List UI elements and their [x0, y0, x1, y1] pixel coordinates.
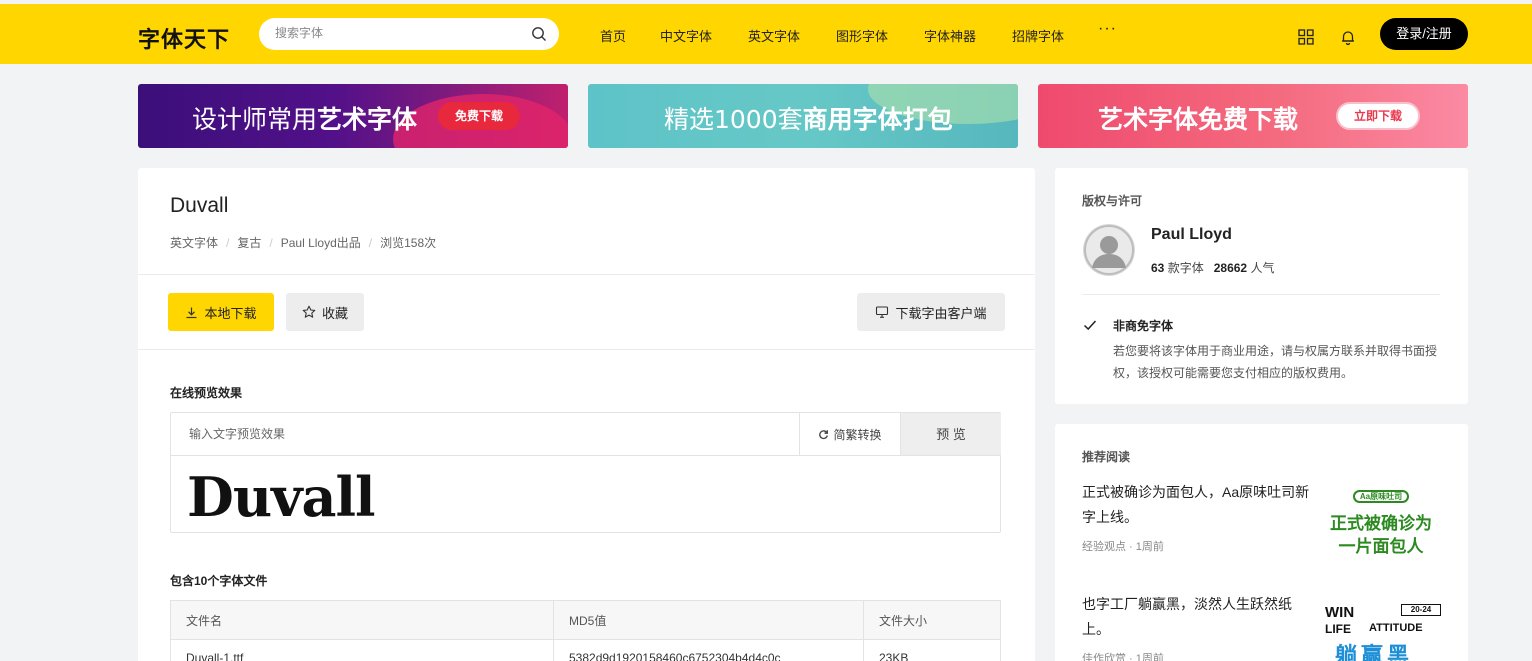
- article-title[interactable]: 也字工厂躺赢黑，淡然人生跃然纸上。: [1082, 592, 1312, 642]
- column-header-filesize: 文件大小: [863, 600, 1001, 640]
- local-download-button[interactable]: 本地下载: [168, 293, 274, 331]
- table-header-row: 文件名 MD5值 文件大小: [170, 600, 1001, 640]
- license-section-title: 版权与许可: [1082, 194, 1143, 208]
- nav-item-graphic-fonts[interactable]: 图形字体: [836, 26, 888, 45]
- breadcrumb-style[interactable]: 复古: [237, 236, 261, 250]
- star-icon: [302, 305, 316, 318]
- thumbnail-tag: 20-24: [1401, 604, 1441, 616]
- banner-text: 精选1000套商用字体打包: [664, 105, 953, 134]
- search-box: [259, 18, 559, 50]
- preview-box: 简繁转换 预 览 Duvall: [170, 412, 1001, 533]
- table-row: Duvall-1.ttf 5382d9d1920158460c6752304b4…: [170, 639, 1001, 661]
- banner-download-now-button[interactable]: 立即下载: [1336, 102, 1420, 130]
- file-size-cell: 23KB: [863, 639, 1001, 661]
- favorite-label: 收藏: [321, 305, 348, 321]
- nav-more-button[interactable]: ···: [1098, 20, 1117, 38]
- bell-icon[interactable]: [1339, 28, 1357, 46]
- thumbnail-line: 躺赢黑: [1335, 643, 1414, 661]
- favorite-button[interactable]: 收藏: [286, 293, 364, 331]
- article-meta: 佳作欣赏 · 1周前: [1082, 653, 1164, 661]
- license-type: 非商免字体: [1113, 319, 1174, 333]
- thumbnail-line: ATTITUDE: [1369, 622, 1423, 634]
- view-count: 浏览158次: [380, 236, 437, 250]
- breadcrumb-category[interactable]: 英文字体: [170, 236, 218, 250]
- banner-commercial-pack[interactable]: 精选1000套商用字体打包: [588, 84, 1018, 148]
- font-count: 63: [1151, 261, 1165, 275]
- grid-apps-icon[interactable]: [1297, 28, 1315, 46]
- simplified-traditional-toggle[interactable]: 简繁转换: [799, 413, 900, 456]
- divider: [138, 274, 1035, 275]
- license-description: 若您要将该字体用于商业用途，请与权属方联系并取得书面授权，该授权可能需要您支付相…: [1113, 344, 1438, 380]
- check-icon: [1083, 320, 1097, 331]
- nav-item-font-tools[interactable]: 字体神器: [924, 26, 976, 45]
- article-thumbnail[interactable]: WIN 20-24 LIFE ATTITUDE 躺赢黑: [1317, 598, 1445, 661]
- preview-button[interactable]: 预 览: [900, 413, 1001, 456]
- article-title[interactable]: 正式被确诊为面包人，Aa原味吐司新字上线。: [1082, 480, 1312, 530]
- nav-item-signboard-fonts[interactable]: 招牌字体: [1012, 26, 1064, 45]
- article-thumbnail[interactable]: Aa原味吐司 正式被确诊为 一片面包人: [1317, 486, 1445, 566]
- author-name[interactable]: Paul Lloyd: [1151, 226, 1232, 244]
- popularity-unit: 人气: [1250, 261, 1275, 275]
- column-header-md5: MD5值: [553, 600, 864, 640]
- list-item[interactable]: 正式被确诊为面包人，Aa原味吐司新字上线。 经验观点 · 1周前: [1082, 480, 1312, 554]
- client-download-button[interactable]: 下载字由客户端: [857, 293, 1005, 331]
- license-card: 版权与许可 Paul Lloyd 63 款字体 28662 人气 非商免字体 若…: [1055, 168, 1468, 404]
- popularity-count: 28662: [1213, 261, 1248, 275]
- banner-text: 艺术字体免费下载: [1098, 105, 1299, 134]
- download-icon: [186, 307, 197, 318]
- client-download-label: 下载字由客户端: [895, 305, 987, 321]
- preview-text-input[interactable]: [171, 413, 799, 456]
- files-section-title: 包含10个字体文件: [170, 574, 268, 588]
- banner-text: 设计师常用艺术字体: [192, 105, 418, 134]
- monitor-icon: [876, 306, 889, 318]
- banner-art-fonts-designers[interactable]: 设计师常用艺术字体 免费下载: [138, 84, 568, 148]
- recommended-section-title: 推荐阅读: [1082, 450, 1131, 464]
- nav-item-home[interactable]: 首页: [600, 26, 626, 45]
- file-md5-cell: 5382d9d1920158460c6752304b4d4c0c: [553, 639, 864, 661]
- font-title: Duvall: [170, 194, 229, 217]
- avatar[interactable]: [1083, 224, 1135, 276]
- file-name-cell: Duvall-1.ttf: [170, 639, 554, 661]
- thumbnail-tag: Aa原味吐司: [1353, 490, 1409, 503]
- thumbnail-line: 正式被确诊为: [1330, 514, 1432, 533]
- list-item[interactable]: 也字工厂躺赢黑，淡然人生跃然纸上。 佳作欣赏 · 1周前: [1082, 592, 1312, 661]
- thumbnail-line: WIN: [1325, 604, 1355, 621]
- breadcrumb: 英文字体 / 复古 / Paul Lloyd出品 / 浏览158次: [170, 236, 437, 250]
- thumbnail-line: LIFE: [1325, 622, 1351, 636]
- thumbnail-line: 一片面包人: [1338, 537, 1424, 556]
- local-download-label: 本地下载: [204, 305, 257, 321]
- refresh-icon: [819, 429, 829, 439]
- author-stats: 63 款字体 28662 人气: [1151, 259, 1274, 276]
- search-input[interactable]: [275, 26, 515, 40]
- convert-label: 简繁转换: [833, 427, 882, 442]
- recommended-card: 推荐阅读 正式被确诊为面包人，Aa原味吐司新字上线。 经验观点 · 1周前 Aa…: [1055, 424, 1468, 661]
- font-detail-card: Duvall 英文字体 / 复古 / Paul Lloyd出品 / 浏览158次 本地下载 …: [138, 168, 1035, 661]
- nav-item-chinese-fonts[interactable]: 中文字体: [660, 26, 712, 45]
- font-count-unit: 款字体: [1167, 261, 1204, 275]
- article-meta: 经验观点 · 1周前: [1082, 541, 1164, 553]
- login-register-button[interactable]: 登录/注册: [1380, 18, 1468, 50]
- nav-item-english-fonts[interactable]: 英文字体: [748, 26, 800, 45]
- search-icon[interactable]: [531, 26, 547, 42]
- font-preview-sample: Duvall: [187, 465, 375, 529]
- site-logo[interactable]: 字体天下: [138, 22, 230, 54]
- column-header-filename: 文件名: [170, 600, 554, 640]
- user-avatar-icon: [1084, 225, 1134, 275]
- top-navigation-bar: 字体天下 首页 中文字体 英文字体 图形字体 字体神器 招牌字体 ··· 登录/…: [0, 4, 1532, 64]
- divider: [1082, 294, 1440, 295]
- banner-free-download-button[interactable]: 免费下载: [438, 102, 520, 130]
- font-files-table: 文件名 MD5值 文件大小 Duvall-1.ttf 5382d9d192015…: [170, 600, 1001, 661]
- breadcrumb-author[interactable]: Paul Lloyd出品: [281, 236, 361, 250]
- preview-section-title: 在线预览效果: [170, 386, 243, 400]
- divider: [138, 349, 1035, 350]
- banner-art-fonts-free[interactable]: 艺术字体免费下载 立即下载: [1038, 84, 1468, 148]
